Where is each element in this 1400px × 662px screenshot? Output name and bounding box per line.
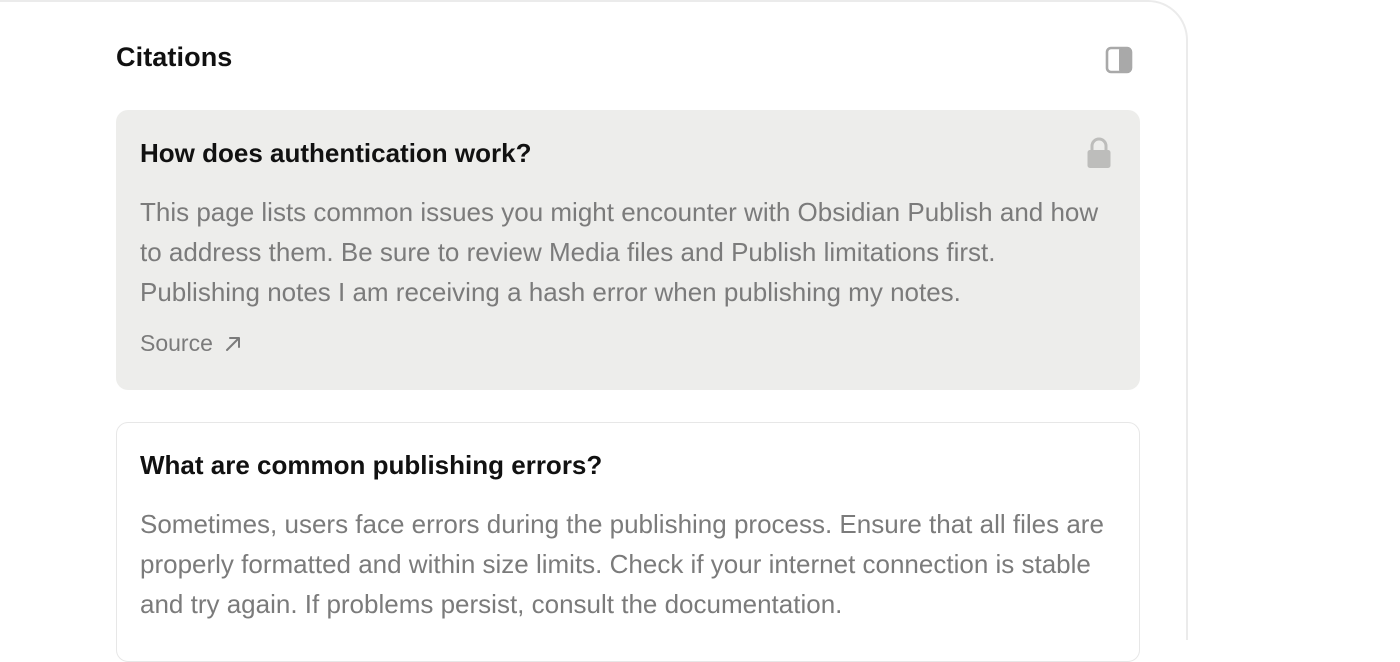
toggle-sidebar-button[interactable] (1104, 45, 1134, 75)
citation-excerpt: This page lists common issues you might … (140, 197, 1099, 307)
panel-title: Citations (116, 42, 233, 72)
source-label: Source (140, 330, 213, 356)
citation-excerpt: Sometimes, users face errors during the … (140, 509, 1104, 619)
citation-title: What are common publishing errors? (140, 450, 603, 480)
sidebar-panel-icon (1105, 46, 1133, 74)
lock-icon (1087, 137, 1111, 168)
citation-card[interactable]: What are common publishing errors? Somet… (116, 422, 1140, 662)
source-link[interactable]: Source (140, 330, 243, 357)
citation-title: How does authentication work? (140, 138, 532, 168)
arrow-up-right-icon (225, 336, 240, 351)
citation-card[interactable]: How does authentication work? This page … (116, 110, 1140, 390)
